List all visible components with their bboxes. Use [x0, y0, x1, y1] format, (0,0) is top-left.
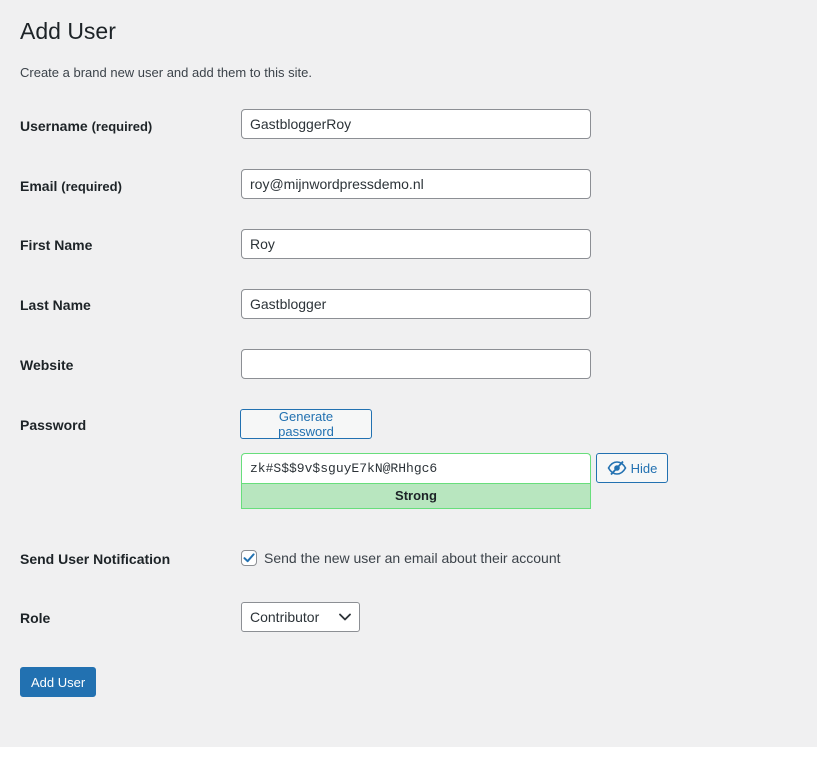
email-label-text: Email [20, 178, 58, 194]
email-input[interactable] [241, 169, 591, 199]
notification-label: Send User Notification [20, 551, 171, 567]
first-name-input[interactable] [241, 229, 591, 259]
page-title: Add User [20, 18, 116, 44]
last-name-input[interactable] [241, 289, 591, 319]
add-user-panel: Add User Create a brand new user and add… [0, 0, 817, 747]
password-input[interactable] [241, 453, 591, 483]
send-notification-text: Send the new user an email about their a… [264, 550, 561, 566]
last-name-label: Last Name [20, 297, 91, 313]
chevron-down-icon [339, 613, 351, 621]
email-label: Email (required) [20, 177, 122, 196]
hide-password-button[interactable]: Hide [596, 453, 668, 483]
website-input[interactable] [241, 349, 591, 379]
username-input[interactable] [241, 109, 591, 139]
page-intro: Create a brand new user and add them to … [20, 65, 312, 80]
password-label: Password [20, 417, 87, 433]
username-label: Username (required) [20, 117, 152, 136]
username-required-note: (required) [91, 119, 153, 134]
eye-slash-icon [607, 460, 627, 476]
add-user-button[interactable]: Add User [20, 667, 97, 697]
role-selected-value: Contributor [250, 609, 320, 625]
send-notification-checkbox[interactable] [241, 550, 257, 566]
generate-password-button[interactable]: Generate password [240, 409, 372, 439]
role-label: Role [20, 610, 51, 626]
add-user-button-label: Add User [31, 674, 86, 690]
password-strength-meter: Strong [241, 483, 591, 509]
email-required-note: (required) [61, 179, 122, 194]
website-label: Website [20, 357, 74, 373]
first-name-label: First Name [20, 237, 93, 253]
username-label-text: Username [20, 118, 88, 134]
checkmark-icon [242, 551, 256, 565]
role-select[interactable]: Contributor [241, 602, 360, 632]
hide-password-label: Hide [630, 460, 658, 476]
generate-password-label: Generate password [278, 409, 334, 439]
